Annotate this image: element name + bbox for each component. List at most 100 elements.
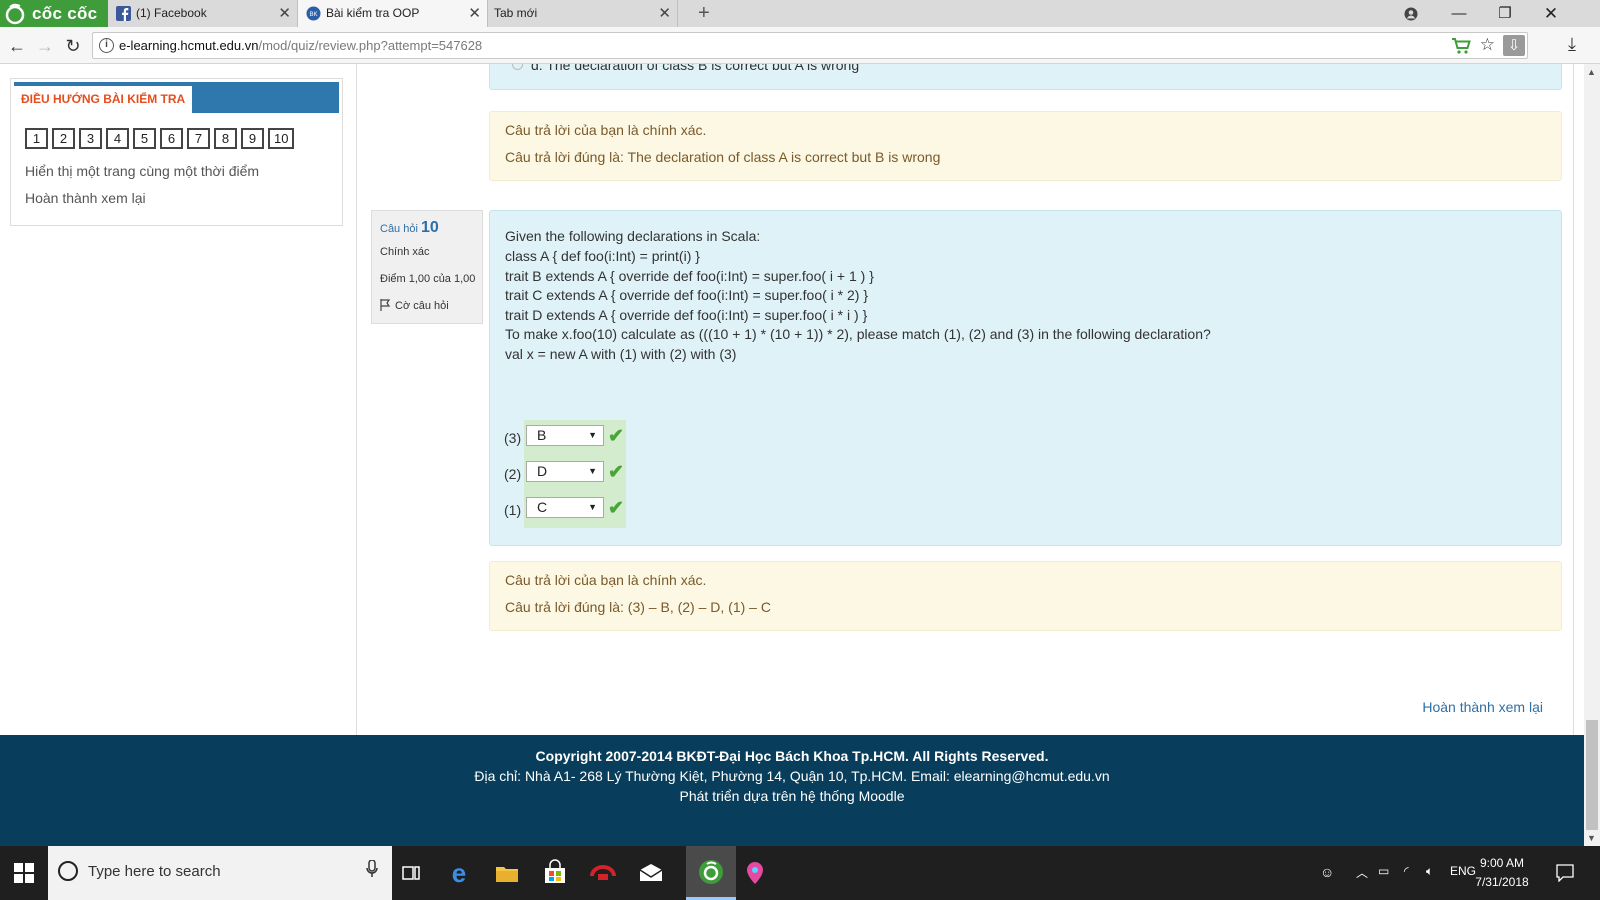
show-one-page-link[interactable]: Hiển thị một trang cùng một thời điểm [25,163,259,179]
question-button[interactable]: 8 [214,128,237,149]
match-select-wrapper: B ▼ ✔ [524,420,626,456]
question-button[interactable]: 5 [133,128,156,149]
downloads-icon[interactable]: ⤓ [1568,34,1576,55]
shopping-cart-icon[interactable] [1451,37,1471,55]
back-arrow-icon[interactable]: ← [6,35,28,57]
scroll-down-arrow-icon[interactable]: ▼ [1587,833,1596,843]
question-text-line: val x = new A with (1) with (2) with (3) [505,346,737,362]
red-app-icon[interactable] [588,858,618,888]
svg-text:e: e [452,858,466,888]
question-button[interactable]: 4 [106,128,129,149]
flag-question-toggle[interactable]: Cờ câu hỏi [380,299,449,312]
coccoc-taskbar-button[interactable] [686,846,736,900]
flag-label: Cờ câu hỏi [395,300,449,312]
quiz-navigation-block: ĐIỀU HƯỚNG BÀI KIỂM TRA 1 2 3 4 5 6 7 8 … [10,78,343,226]
question-text-line: To make x.foo(10) calculate as (((10 + 1… [505,326,1211,342]
correct-check-icon: ✔ [608,462,624,483]
finish-review-link[interactable]: Hoàn thành xem lại [25,190,146,206]
wifi-icon[interactable]: ◜ [1404,864,1409,878]
microphone-icon[interactable] [366,860,378,878]
question-button[interactable]: 9 [241,128,264,149]
mail-icon[interactable] [636,858,666,888]
match-select-value: D [537,463,548,479]
coccoc-logo[interactable]: cốc cốc [0,0,108,27]
question-button[interactable]: 2 [52,128,75,149]
question-button[interactable]: 3 [79,128,102,149]
download-arrow-icon[interactable]: ⇩ [1503,35,1525,56]
tray-chevron-up-icon[interactable]: ︿ [1356,864,1368,881]
site-info-icon[interactable]: i [99,38,114,53]
footer-copyright: Copyright 2007-2014 BKĐT-Đại Học Bách Kh… [535,748,1049,764]
url-host: e-learning.hcmut.edu.vn [119,38,259,53]
account-circle-icon [1404,7,1418,21]
feedback-text: Câu trả lời của bạn là chính xác. [505,122,707,138]
account-icon[interactable] [1388,0,1434,27]
bookmark-star-icon[interactable]: ☆ [1480,35,1495,55]
people-icon[interactable]: ☺ [1320,864,1334,880]
coccoc-logo-icon [5,3,25,25]
match-select[interactable]: C ▼ [526,497,604,518]
url-text[interactable]: e-learning.hcmut.edu.vn/mod/quiz/review.… [119,38,482,53]
tab-close-icon[interactable]: ✕ [468,0,481,27]
question-text-line: trait D extends A { override def foo(i:I… [505,307,868,323]
question-button[interactable]: 7 [187,128,210,149]
finish-review-bottom-link[interactable]: Hoàn thành xem lại [1422,699,1543,715]
brand-name: cốc cốc [32,4,98,23]
store-icon[interactable] [540,858,570,888]
restore-icon[interactable]: ❐ [1482,0,1528,27]
address-toolbar: ← → ↻ i e-learning.hcmut.edu.vn/mod/quiz… [0,27,1600,64]
windows-start-icon[interactable] [14,863,34,883]
match-select[interactable]: D ▼ [526,461,604,482]
question-feedback-panel: Câu trả lời của bạn là chính xác. Câu tr… [489,561,1562,631]
reload-icon[interactable]: ↻ [62,35,84,57]
answer-option[interactable]: d. The declaration of class B is correct… [512,64,859,73]
edge-browser-icon[interactable]: e [444,858,474,888]
tab-close-icon[interactable]: ✕ [278,0,291,27]
question-button-list: 1 2 3 4 5 6 7 8 9 10 [25,128,295,149]
match-label: (1) [504,502,522,518]
svg-text:BK: BK [309,12,317,18]
task-view-icon[interactable] [396,858,426,888]
coccoc-taskbar-icon [699,860,723,884]
quiz-navigation-title: ĐIỀU HƯỚNG BÀI KIỂM TRA [14,86,193,113]
question-button[interactable]: 10 [268,128,295,149]
question-text-line: class A { def foo(i:Int) = print(i) } [505,248,700,264]
url-field[interactable]: i e-learning.hcmut.edu.vn/mod/quiz/revie… [92,32,1528,59]
flag-icon [380,299,391,311]
tab-close-icon[interactable]: ✕ [658,0,671,27]
match-select-wrapper: D ▼ ✔ [524,456,626,492]
new-tab-plus-icon[interactable]: + [698,1,710,26]
question-text-line: trait C extends A { override def foo(i:I… [505,287,869,303]
question-grade: Điểm 1,00 của 1,00 [380,273,476,285]
tab-facebook[interactable]: (1) Facebook ✕ [108,0,298,27]
tab-title: Bài kiểm tra OOP [326,6,420,20]
close-window-icon[interactable]: ✕ [1528,0,1574,27]
volume-icon[interactable]: 🔈︎ [1426,864,1433,879]
facebook-icon [116,6,131,21]
battery-icon[interactable]: ▭ [1378,864,1389,878]
maps-pin-icon[interactable] [740,858,770,888]
windows-taskbar: Type here to search e ☺ ︿ ▭ ◜ 🔈︎ ENG 9:0… [0,846,1600,900]
scroll-up-arrow-icon[interactable]: ▲ [1587,67,1596,77]
taskbar-clock[interactable]: 9:00 AM 7/31/2018 [1462,854,1542,892]
page-scrollbar[interactable]: ▲ ▼ [1584,64,1600,846]
quiz-navigation-header: ĐIỀU HƯỚNG BÀI KIỂM TRA [14,82,339,113]
correct-check-icon: ✔ [608,498,624,519]
question-button[interactable]: 6 [160,128,183,149]
minimize-icon[interactable]: — [1436,0,1482,27]
question-state: Chính xác [380,246,430,258]
tab-new[interactable]: Tab mới ✕ [488,0,678,27]
question-button[interactable]: 1 [25,128,48,149]
taskbar-search-box[interactable]: Type here to search [48,846,392,900]
notification-center-icon[interactable] [1556,864,1574,882]
file-explorer-icon[interactable] [492,858,522,888]
clock-time: 9:00 AM [1479,856,1525,870]
question-label: Câu hỏi [380,223,418,235]
match-row: (2) D ▼ ✔ [504,456,626,492]
tab-quiz[interactable]: BK Bài kiểm tra OOP ✕ [298,0,488,27]
forward-arrow-icon[interactable]: → [34,35,56,57]
scrollbar-thumb[interactable] [1586,720,1598,830]
dropdown-arrow-icon: ▼ [588,430,597,440]
match-select[interactable]: B ▼ [526,425,604,446]
previous-question-answers: d. The declaration of class B is correct… [489,64,1562,90]
